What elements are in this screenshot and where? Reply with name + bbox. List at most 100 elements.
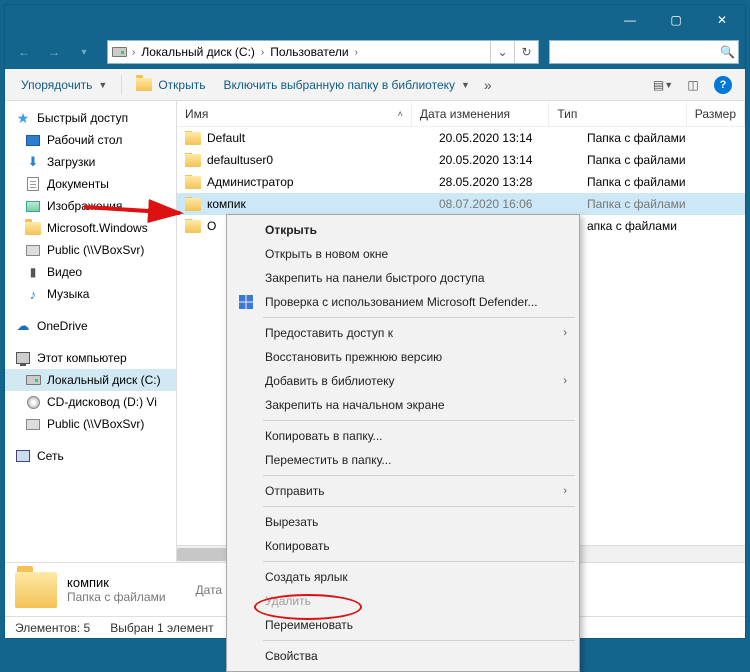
address-bar[interactable]: › Локальный диск (C:) › Пользователи › ⌄… xyxy=(107,40,539,64)
ctx-pin-quick-access[interactable]: Закрепить на панели быстрого доступа xyxy=(229,266,577,290)
address-dropdown[interactable]: ⌄ xyxy=(490,41,514,63)
titlebar: — ▢ ✕ xyxy=(5,5,745,35)
breadcrumb[interactable]: Локальный диск (C:) xyxy=(137,41,259,63)
open-button[interactable]: Открыть xyxy=(128,73,213,97)
pc-icon xyxy=(15,350,31,366)
chevron-right-icon: › xyxy=(563,375,567,387)
column-headers: Имя˄ Дата изменения Тип Размер xyxy=(177,101,745,127)
ctx-create-shortcut[interactable]: Создать ярлык xyxy=(229,565,577,589)
sidebar-quick-access[interactable]: ★Быстрый доступ xyxy=(5,107,176,129)
folder-row[interactable]: Default 20.05.2020 13:14 Папка с файлами xyxy=(177,127,745,149)
preview-pane-button[interactable]: ◫ xyxy=(679,73,707,97)
star-icon: ★ xyxy=(15,110,31,126)
include-in-library-button[interactable]: Включить выбранную папку в библиотеку▼ xyxy=(215,73,477,97)
minimize-button[interactable]: — xyxy=(607,5,653,35)
column-type[interactable]: Тип xyxy=(549,101,686,126)
sidebar-network-drive[interactable]: Public (\\VBoxSvr) xyxy=(5,413,176,435)
ctx-give-access[interactable]: Предоставить доступ к› xyxy=(229,321,577,345)
folder-icon xyxy=(185,132,201,145)
ctx-open[interactable]: Открыть xyxy=(229,218,577,242)
folder-icon xyxy=(185,220,201,233)
help-button[interactable]: ? xyxy=(709,73,737,97)
sidebar-this-pc[interactable]: Этот компьютер xyxy=(5,347,176,369)
search-icon[interactable]: 🔍 xyxy=(717,45,738,59)
sidebar-cd-drive[interactable]: CD-дисковод (D:) Vi xyxy=(5,391,176,413)
ctx-rename[interactable]: Переименовать xyxy=(229,613,577,637)
ctx-defender-scan[interactable]: Проверка с использованием Microsoft Defe… xyxy=(229,290,577,314)
navigation-pane: ★Быстрый доступ Рабочий стол ⬇Загрузки Д… xyxy=(5,101,177,562)
nav-bar: ← → ▼ › Локальный диск (C:) › Пользовате… xyxy=(5,35,745,69)
shield-icon xyxy=(237,293,255,311)
chevron-right-icon: › xyxy=(563,327,567,339)
picture-icon xyxy=(25,198,41,214)
ctx-send-to[interactable]: Отправить› xyxy=(229,479,577,503)
open-folder-icon xyxy=(136,77,152,93)
folder-icon xyxy=(185,176,201,189)
sidebar-network[interactable]: Сеть xyxy=(5,445,176,467)
chevron-right-icon: › xyxy=(130,47,137,58)
toolbar: Упорядочить▼ Открыть Включить выбранную … xyxy=(5,69,745,101)
ctx-properties[interactable]: Свойства xyxy=(229,644,577,668)
drive-icon xyxy=(108,41,130,63)
download-icon: ⬇ xyxy=(25,154,41,170)
network-icon xyxy=(15,448,31,464)
folder-row-selected[interactable]: компик 08.07.2020 16:06 Папка с файлами xyxy=(177,193,745,215)
sidebar-local-disk[interactable]: Локальный диск (C:) xyxy=(5,369,176,391)
sidebar-desktop[interactable]: Рабочий стол xyxy=(5,129,176,151)
column-size[interactable]: Размер xyxy=(687,101,745,126)
sidebar-item[interactable]: Microsoft.Windows xyxy=(5,217,176,239)
network-folder-icon xyxy=(25,416,41,432)
close-button[interactable]: ✕ xyxy=(699,5,745,35)
cd-icon xyxy=(25,394,41,410)
ctx-open-new-window[interactable]: Открыть в новом окне xyxy=(229,242,577,266)
sidebar-music[interactable]: ♪Музыка xyxy=(5,283,176,305)
folder-row[interactable]: defaultuser0 20.05.2020 13:14 Папка с фа… xyxy=(177,149,745,171)
search-input[interactable] xyxy=(550,45,717,59)
ctx-add-to-library[interactable]: Добавить в библиотеку› xyxy=(229,369,577,393)
chevron-right-icon: › xyxy=(353,47,360,58)
sidebar-pictures[interactable]: Изображения xyxy=(5,195,176,217)
folder-icon xyxy=(25,220,41,236)
ctx-restore-version[interactable]: Восстановить прежнюю версию xyxy=(229,345,577,369)
details-type: Папка с файлами xyxy=(67,590,166,604)
column-date[interactable]: Дата изменения xyxy=(412,101,549,126)
breadcrumb[interactable]: Пользователи xyxy=(266,41,352,63)
column-name[interactable]: Имя˄ xyxy=(177,101,412,126)
toolbar-overflow[interactable]: » xyxy=(480,77,496,93)
ctx-delete[interactable]: Удалить xyxy=(229,589,577,613)
folder-icon xyxy=(185,154,201,167)
back-button[interactable]: ← xyxy=(11,39,37,65)
network-folder-icon xyxy=(25,242,41,258)
chevron-right-icon: › xyxy=(259,47,266,58)
chevron-right-icon: › xyxy=(563,485,567,497)
folder-icon xyxy=(15,572,57,608)
video-icon: ▮ xyxy=(25,264,41,280)
help-icon: ? xyxy=(714,76,732,94)
music-icon: ♪ xyxy=(25,286,41,302)
organize-button[interactable]: Упорядочить▼ xyxy=(13,73,115,97)
forward-button[interactable]: → xyxy=(41,39,67,65)
ctx-move-to-folder[interactable]: Переместить в папку... xyxy=(229,448,577,472)
sidebar-onedrive[interactable]: ☁OneDrive xyxy=(5,315,176,337)
details-name: компик xyxy=(67,575,166,590)
sidebar-downloads[interactable]: ⬇Загрузки xyxy=(5,151,176,173)
ctx-copy[interactable]: Копировать xyxy=(229,534,577,558)
ctx-pin-start[interactable]: Закрепить на начальном экране xyxy=(229,393,577,417)
desktop-icon xyxy=(25,132,41,148)
search-box[interactable]: 🔍 xyxy=(549,40,739,64)
context-menu: Открыть Открыть в новом окне Закрепить н… xyxy=(226,214,580,672)
sort-asc-icon: ˄ xyxy=(398,109,403,119)
sidebar-documents[interactable]: Документы xyxy=(5,173,176,195)
up-button[interactable]: ▼ xyxy=(71,39,97,65)
folder-row[interactable]: Администратор 28.05.2020 13:28 Папка с ф… xyxy=(177,171,745,193)
maximize-button[interactable]: ▢ xyxy=(653,5,699,35)
ctx-copy-to-folder[interactable]: Копировать в папку... xyxy=(229,424,577,448)
ctx-cut[interactable]: Вырезать xyxy=(229,510,577,534)
refresh-button[interactable]: ↻ xyxy=(514,41,538,63)
view-options-button[interactable]: ▤ ▼ xyxy=(649,73,677,97)
status-selection: Выбран 1 элемент xyxy=(110,621,213,635)
sidebar-item[interactable]: Public (\\VBoxSvr) xyxy=(5,239,176,261)
folder-icon xyxy=(185,198,201,211)
status-count: Элементов: 5 xyxy=(15,621,90,635)
sidebar-videos[interactable]: ▮Видео xyxy=(5,261,176,283)
